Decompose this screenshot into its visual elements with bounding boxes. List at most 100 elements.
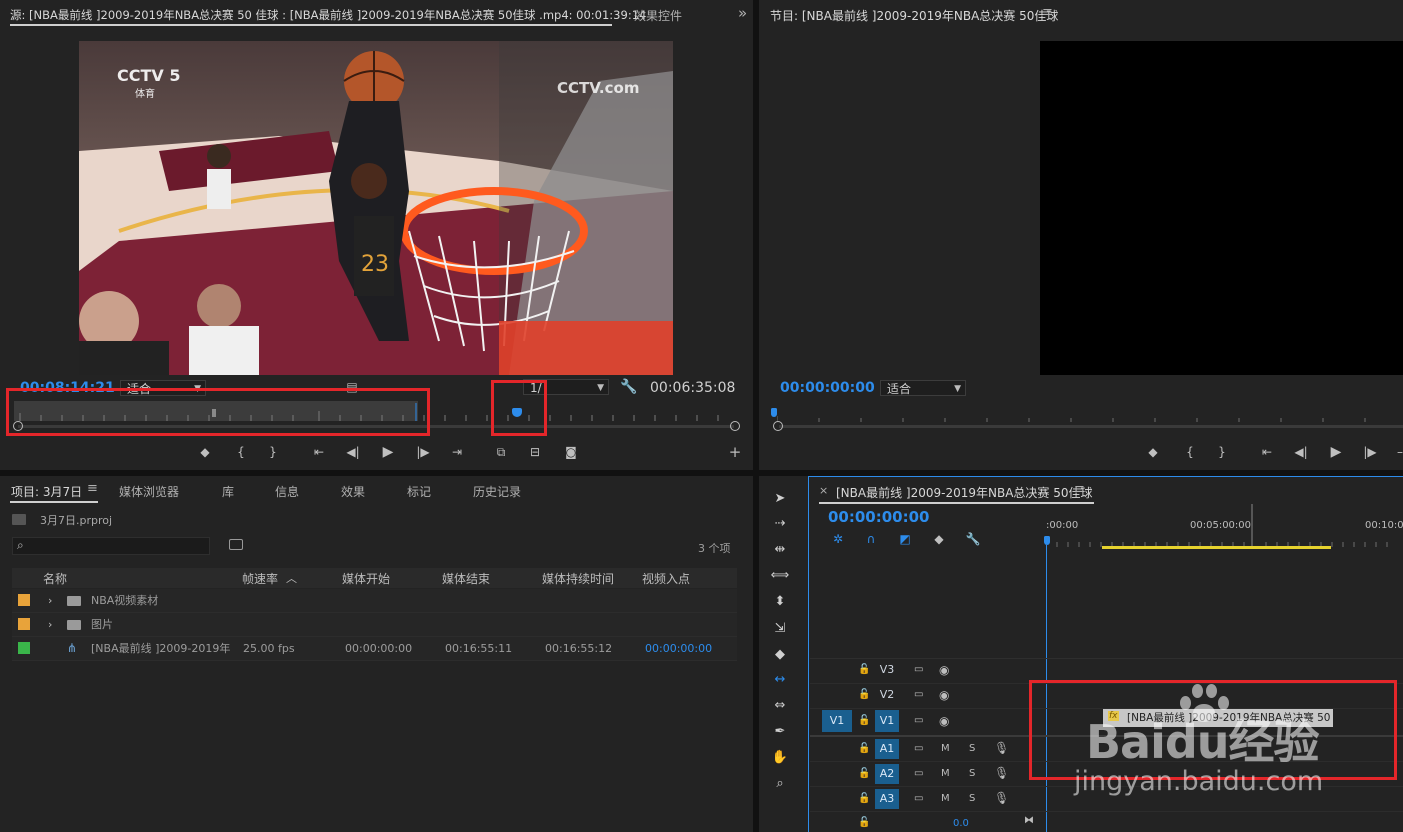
- table-row[interactable]: › 图片: [12, 613, 737, 637]
- slide-tool-alt-icon[interactable]: ⇔: [770, 696, 790, 716]
- add-marker-icon[interactable]: ◆: [930, 531, 948, 547]
- program-monitor-tab[interactable]: 节目: [NBA最前线 ]2009-2019年NBA总决赛 50佳球: [770, 7, 1058, 24]
- col-name[interactable]: 名称: [43, 570, 67, 588]
- tab-info[interactable]: 信息: [275, 483, 299, 500]
- program-menu-icon[interactable]: ≡: [1042, 5, 1053, 20]
- eye-icon[interactable]: ◉: [939, 663, 949, 677]
- scroll-handle-right[interactable]: [730, 421, 740, 431]
- microphone-icon[interactable]: 🎙: [994, 741, 1009, 755]
- eye-icon[interactable]: ◉: [939, 714, 949, 728]
- sync-lock-icon[interactable]: ▭: [914, 715, 923, 726]
- go-to-in-icon[interactable]: ⇤: [1258, 444, 1276, 460]
- slip-tool-icon[interactable]: ⇲: [770, 619, 790, 639]
- play-icon[interactable]: ▶: [379, 444, 397, 460]
- program-scroll-handle[interactable]: [773, 421, 783, 431]
- add-marker-icon[interactable]: ◆: [196, 444, 214, 460]
- razor-tool-icon[interactable]: ◆: [770, 645, 790, 665]
- tab-media-browser[interactable]: 媒体浏览器: [119, 483, 179, 500]
- microphone-icon[interactable]: 🎙: [994, 766, 1009, 780]
- timeline-timecode[interactable]: 00:00:00:00: [828, 508, 930, 526]
- effects-controls-tab[interactable]: 效果控件: [634, 7, 682, 24]
- timeline-playhead-marker[interactable]: [1044, 536, 1050, 545]
- lock-icon[interactable]: 🔓: [858, 664, 870, 675]
- tab-markers[interactable]: 标记: [407, 483, 431, 500]
- solo-button[interactable]: S: [969, 768, 975, 779]
- rolling-edit-tool-icon[interactable]: ⟺: [770, 566, 790, 586]
- step-back-icon[interactable]: ◀|: [1292, 444, 1310, 460]
- sync-lock-icon[interactable]: ▭: [914, 743, 923, 754]
- mark-out-icon[interactable]: }: [264, 444, 282, 460]
- overwrite-icon[interactable]: ⊟: [526, 444, 544, 460]
- sync-lock-icon[interactable]: ▭: [914, 689, 923, 700]
- source-patch-v1[interactable]: V1: [822, 710, 852, 732]
- program-scroll-bar[interactable]: [779, 425, 1403, 428]
- track-master[interactable]: 🔓 0.0 ⧓: [810, 812, 1403, 832]
- project-menu-icon[interactable]: ≡: [87, 481, 98, 496]
- table-row[interactable]: ⋔ [NBA最前线 ]2009-2019年 25.00 fps 00:00:00…: [12, 637, 737, 661]
- nest-toggle-icon[interactable]: ✲: [829, 531, 847, 547]
- lock-icon[interactable]: 🔓: [858, 743, 870, 754]
- track-select-tool-icon[interactable]: ⇢: [770, 514, 790, 534]
- slide-tool-icon[interactable]: ↔: [770, 670, 790, 690]
- mute-button[interactable]: M: [941, 743, 950, 754]
- play-icon[interactable]: ▶: [1327, 444, 1345, 460]
- label-color-swatch[interactable]: [18, 642, 30, 654]
- mark-out-icon[interactable]: }: [1213, 444, 1231, 460]
- track-a3[interactable]: 🔓 A3 ▭ M S 🎙: [810, 787, 1403, 812]
- lock-icon[interactable]: 🔓: [858, 715, 870, 726]
- tab-project[interactable]: 项目: 3月7日: [11, 483, 82, 500]
- col-media-start[interactable]: 媒体开始: [342, 570, 390, 588]
- panel-expand-icon[interactable]: »: [738, 4, 747, 22]
- track-label-a1[interactable]: A1: [875, 739, 899, 759]
- table-row[interactable]: › NBA视频素材: [12, 589, 737, 613]
- step-forward-icon[interactable]: |▶: [414, 444, 432, 460]
- col-media-end[interactable]: 媒体结束: [442, 570, 490, 588]
- timeline-menu-icon[interactable]: ≡: [1074, 482, 1085, 497]
- wrench-icon[interactable]: 🔧: [620, 379, 638, 395]
- snap-magnet-icon[interactable]: ∩: [862, 531, 880, 547]
- sync-lock-icon[interactable]: ▭: [914, 768, 923, 779]
- tab-effects[interactable]: 效果: [341, 483, 365, 500]
- new-bin-search-icon[interactable]: [229, 539, 243, 550]
- tab-history[interactable]: 历史记录: [473, 483, 521, 500]
- lock-icon[interactable]: 🔓: [858, 689, 870, 700]
- selection-tool-icon[interactable]: ➤: [770, 489, 790, 509]
- go-to-in-icon[interactable]: ⇤: [310, 444, 328, 460]
- label-color-swatch[interactable]: [18, 594, 30, 606]
- lock-icon[interactable]: 🔓: [858, 768, 870, 779]
- go-to-out-icon[interactable]: ⇥: [448, 444, 466, 460]
- track-label-v1[interactable]: V1: [875, 710, 899, 732]
- track-label-a2[interactable]: A2: [875, 764, 899, 784]
- step-forward-icon[interactable]: |▶: [1361, 444, 1379, 460]
- col-media-duration[interactable]: 媒体持续时间: [542, 570, 614, 588]
- sequence-tab[interactable]: [NBA最前线 ]2009-2019年NBA总决赛 50佳球: [836, 484, 1093, 501]
- sync-lock-icon[interactable]: ▭: [914, 793, 923, 804]
- solo-button[interactable]: S: [969, 743, 975, 754]
- mark-in-icon[interactable]: {: [1181, 444, 1199, 460]
- expand-arrow-icon[interactable]: ›: [48, 613, 52, 636]
- label-color-swatch[interactable]: [18, 618, 30, 630]
- master-volume-value[interactable]: 0.0: [953, 818, 969, 829]
- solo-button[interactable]: S: [969, 793, 975, 804]
- program-fit-dropdown[interactable]: 适合 ▼: [880, 380, 966, 396]
- program-timecode[interactable]: 00:00:00:00: [780, 380, 875, 396]
- sort-asc-icon[interactable]: ︿: [286, 570, 297, 588]
- add-button-icon[interactable]: +: [726, 444, 744, 460]
- camera-icon[interactable]: ◙: [562, 444, 580, 460]
- track-label-v3[interactable]: V3: [875, 661, 899, 679]
- expand-arrow-icon[interactable]: ›: [48, 589, 52, 612]
- close-sequence-icon[interactable]: ×: [819, 484, 828, 497]
- lock-icon[interactable]: 🔓: [858, 817, 870, 828]
- source-monitor-tab[interactable]: 源: [NBA最前线 ]2009-2019年NBA总决赛 50 佳球 : [NB…: [10, 7, 646, 23]
- timeline-settings-wrench-icon[interactable]: 🔧: [964, 531, 982, 547]
- search-input[interactable]: [33, 538, 207, 556]
- ripple-edit-tool-icon[interactable]: ⇹: [770, 540, 790, 560]
- step-back-icon[interactable]: ◀|: [344, 444, 362, 460]
- linked-selection-icon[interactable]: ◩: [896, 531, 914, 547]
- zoom-tool-icon[interactable]: ⌕: [770, 774, 790, 794]
- microphone-icon[interactable]: 🎙: [994, 791, 1009, 805]
- timeline-ruler[interactable]: [1046, 504, 1403, 550]
- project-search-box[interactable]: ⌕: [12, 537, 210, 556]
- sync-lock-icon[interactable]: ▭: [914, 664, 923, 675]
- rate-stretch-tool-icon[interactable]: ⬍: [770, 592, 790, 612]
